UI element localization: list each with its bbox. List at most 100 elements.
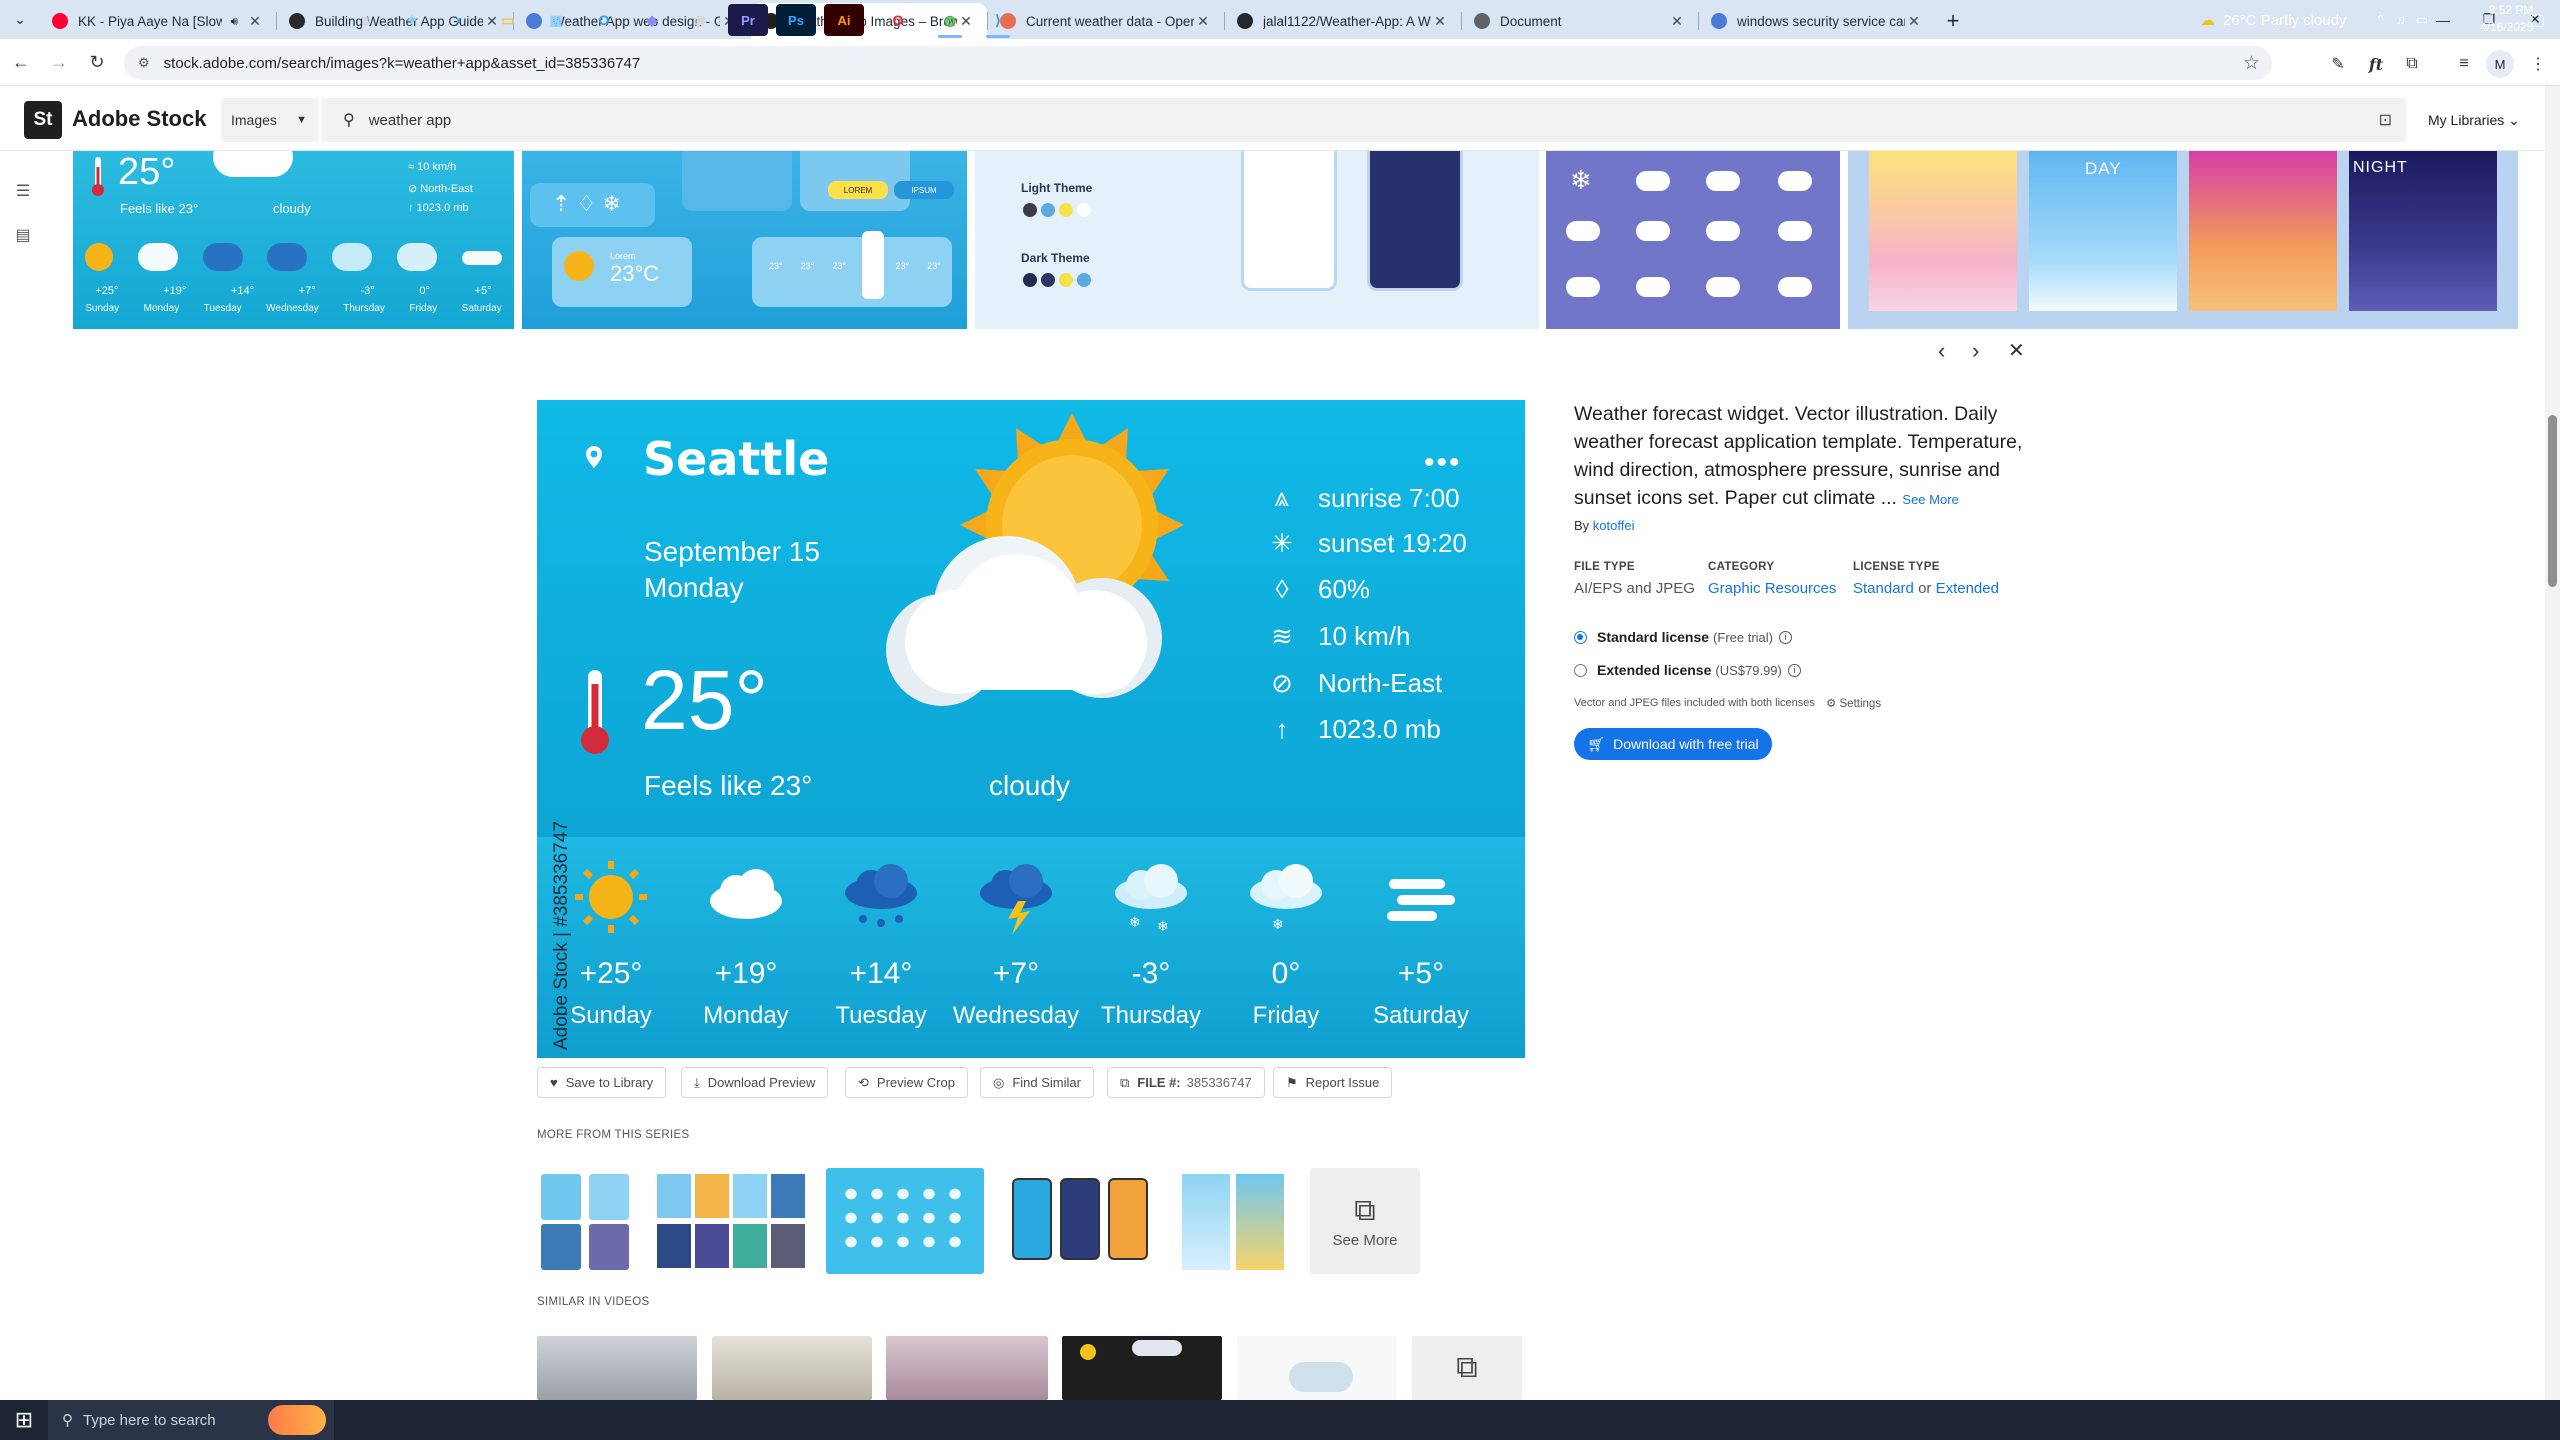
task-view-icon[interactable]: ⧈ xyxy=(346,4,386,36)
back-button[interactable]: ← xyxy=(4,45,38,79)
see-more-description-link[interactable]: See More xyxy=(1902,492,1958,507)
browser-menu-icon[interactable]: ⋮ xyxy=(2526,52,2550,76)
result-thumbnail-widget[interactable]: 25° Feels like 23° cloudy ≈ 10 km/h ⊘ No… xyxy=(73,151,514,329)
browser-tab[interactable]: windows security service can't ✕ xyxy=(1699,3,1935,39)
vscode-icon[interactable]: ⟩ xyxy=(978,4,1018,38)
author-link[interactable]: kotoffei xyxy=(1593,518,1635,533)
tab-close-icon[interactable]: ✕ xyxy=(1668,13,1686,30)
reload-button[interactable]: ↻ xyxy=(80,45,114,79)
see-more-videos-button[interactable]: ⧉ xyxy=(1412,1336,1522,1400)
bookmark-star-icon[interactable]: ☆ xyxy=(2243,52,2260,75)
edge-icon[interactable]: ◐ xyxy=(440,4,480,36)
premiere-icon[interactable]: Pr xyxy=(728,4,768,36)
tab-audio-icon[interactable]: 🔊︎ xyxy=(230,14,238,29)
save-to-library-button[interactable]: ♥ Save to Library xyxy=(537,1067,667,1098)
close-detail-button[interactable]: ✕ xyxy=(2008,338,2025,363)
browser-tab[interactable]: Current weather data - OpenW ✕ xyxy=(988,3,1224,39)
tab-close-icon[interactable]: ✕ xyxy=(1194,13,1212,30)
font-extension-icon[interactable]: ft xyxy=(2364,52,2388,76)
radio-checked[interactable] xyxy=(1574,630,1587,644)
video-thumbnail[interactable] xyxy=(886,1336,1048,1400)
video-thumbnail[interactable] xyxy=(537,1336,697,1400)
tab-close-icon[interactable]: ✕ xyxy=(1905,13,1923,30)
pen-extension-icon[interactable]: ✎ xyxy=(2326,52,2350,76)
series-thumbnail[interactable] xyxy=(1172,1168,1294,1274)
tray-icons[interactable]: ⌃♫▭ xyxy=(2375,0,2438,40)
browser-tab[interactable]: Document ✕ xyxy=(1462,3,1698,39)
scrollbar-thumb[interactable] xyxy=(2548,415,2557,587)
extended-license-radio[interactable]: Extended license (US$79.99) i xyxy=(1574,662,1801,678)
system-clock[interactable]: 8:52 PM 4/16/2025 xyxy=(2480,2,2533,36)
result-thumbnail-ui-kit[interactable]: ⇡ ♢ ❄ LOREM IPSUM Lorem 23°C 23° 23° 23° 23… xyxy=(522,151,967,329)
collections-icon[interactable]: ▤ xyxy=(12,224,34,246)
category-link[interactable]: Graphic Resources xyxy=(1708,580,1836,597)
standard-license-link[interactable]: Standard xyxy=(1853,580,1914,597)
radio-unchecked[interactable] xyxy=(1574,663,1587,677)
taskbar-search[interactable]: ⚲ Type here to search xyxy=(48,1400,334,1440)
adobe-stock-name[interactable]: Adobe Stock xyxy=(72,106,206,132)
video-thumbnail[interactable] xyxy=(1062,1336,1222,1400)
browser-tab[interactable]: jalal1122/Weather-App: A Weat ✕ xyxy=(1225,3,1461,39)
download-preview-button[interactable]: ⤓ Download Preview xyxy=(681,1067,829,1098)
stock-watermark: Adobe Stock | #385336747 xyxy=(551,821,572,1050)
opera-icon[interactable]: O xyxy=(878,4,918,36)
tab-close-icon[interactable]: ✕ xyxy=(246,13,264,30)
result-thumbnail-skies[interactable]: DAY NIGHT xyxy=(1848,151,2518,329)
video-thumbnail[interactable] xyxy=(712,1336,872,1400)
notification-icon[interactable]: ▢ xyxy=(2530,0,2545,40)
info-icon[interactable]: i xyxy=(1779,630,1792,644)
extended-license-link[interactable]: Extended xyxy=(1936,580,1999,597)
filters-icon[interactable]: ☰ xyxy=(12,180,34,202)
new-tab-button[interactable]: + xyxy=(1935,3,1971,39)
tab-search-button[interactable]: ⌄ xyxy=(0,0,40,39)
search-scope-select[interactable]: Images ▼ xyxy=(221,98,319,142)
info-icon[interactable]: i xyxy=(1787,663,1801,677)
download-free-trial-button[interactable]: 🛒︎ Download with free trial xyxy=(1574,728,1772,760)
result-thumbnail-icon-grid[interactable]: ❄ xyxy=(1546,151,1840,329)
adobe-stock-logo[interactable]: St xyxy=(24,101,62,139)
my-libraries-button[interactable]: My Libraries ⌄ xyxy=(2428,112,2520,129)
forward-button[interactable]: → xyxy=(42,45,76,79)
see-more-series-button[interactable]: ⧉ See More xyxy=(1310,1168,1420,1274)
photoshop-icon[interactable]: Ps xyxy=(776,4,816,36)
license-note: Vector and JPEG files included with both… xyxy=(1574,697,1815,709)
find-similar-button[interactable]: ◎ Find Similar xyxy=(980,1067,1094,1098)
page-scrollbar[interactable] xyxy=(2545,86,2560,1400)
file-id-button[interactable]: ⧉ FILE #: 385336747 xyxy=(1107,1067,1265,1098)
asset-preview-image[interactable]: Seattle ••• September 15 Monday 25° Feel… xyxy=(537,400,1525,1058)
outlook-icon[interactable]: O xyxy=(584,4,624,36)
previous-asset-button[interactable]: ‹ xyxy=(1938,338,1945,364)
url-field[interactable]: ⚙ stock.adobe.com/search/images?k=weathe… xyxy=(124,46,2272,80)
series-thumbnail[interactable] xyxy=(651,1168,811,1274)
series-thumbnail[interactable] xyxy=(826,1168,984,1274)
next-asset-button[interactable]: › xyxy=(1972,338,1979,364)
preview-crop-button[interactable]: ⟲ Preview Crop xyxy=(845,1067,968,1098)
video-thumbnail[interactable] xyxy=(1237,1336,1397,1400)
series-thumbnail[interactable] xyxy=(998,1168,1160,1274)
settings-button[interactable]: ⚙ Settings xyxy=(1826,696,1881,710)
series-thumbnail[interactable] xyxy=(537,1168,635,1274)
site-info-icon[interactable]: ⚙ xyxy=(138,55,150,71)
report-issue-button[interactable]: ⚑ Report Issue xyxy=(1273,1067,1393,1098)
illustrator-icon[interactable]: Ai xyxy=(824,4,864,36)
copilot-icon[interactable]: ✦ xyxy=(392,4,432,36)
forecast-temp: +19° xyxy=(714,957,778,990)
obs-icon[interactable]: ◉ xyxy=(680,4,720,36)
browser-tab[interactable]: KK - Piya Aaye Na [Slowed 🔊︎ ✕ xyxy=(40,3,276,39)
profile-avatar[interactable]: M xyxy=(2486,50,2514,78)
standard-license-radio[interactable]: Standard license (Free trial) i xyxy=(1574,629,1792,645)
search-input[interactable]: ⚲ weather app ⊡ xyxy=(321,98,2406,142)
address-bar: ← → ↻ ⚙ stock.adobe.com/search/images?k=… xyxy=(0,39,2560,86)
media-control-icon[interactable]: ≡ xyxy=(2452,52,2476,76)
windows-start-button[interactable]: ⊞ xyxy=(0,1400,48,1440)
chrome-icon[interactable]: ◍ xyxy=(930,4,970,38)
file-explorer-icon[interactable]: ▭ xyxy=(488,4,528,36)
visual-search-icon[interactable]: ⊡ xyxy=(2379,110,2392,130)
weather-widget[interactable]: ☁ 26°C Partly cloudy xyxy=(2200,0,2347,40)
extensions-puzzle-icon[interactable]: ⧉ xyxy=(2400,52,2424,76)
ui-kit-row-temp: 23° xyxy=(832,261,846,271)
tab-close-icon[interactable]: ✕ xyxy=(1431,13,1449,30)
store-icon[interactable]: ▦ xyxy=(536,4,576,36)
discord-icon[interactable]: ◆ xyxy=(632,4,672,36)
result-thumbnail-themes[interactable]: Light Theme Dark Theme xyxy=(975,151,1539,329)
